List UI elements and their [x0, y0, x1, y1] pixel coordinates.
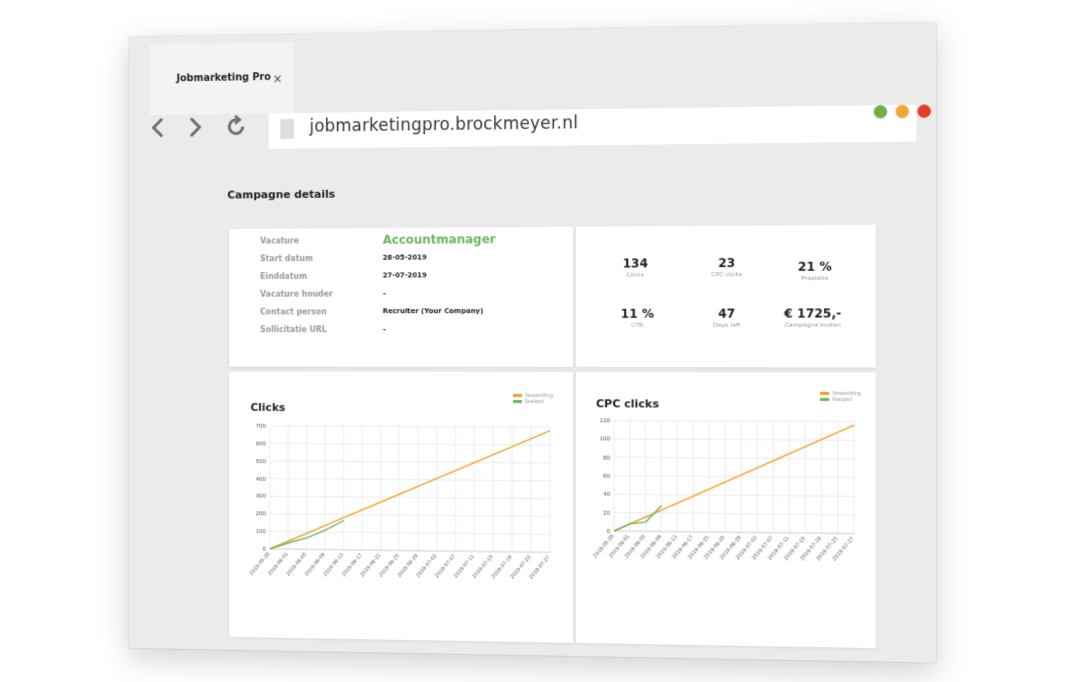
y-tick-label: 400 — [256, 476, 267, 482]
label-vacature: Vacature — [260, 236, 300, 246]
stat-value: 23 — [718, 255, 736, 271]
stat-prestatie: 21 % Prestatie — [769, 259, 862, 283]
vacature-value[interactable]: Accountmanager — [383, 232, 496, 247]
legend-swatch — [513, 400, 523, 404]
legend-swatch — [819, 397, 830, 402]
stat-value: 21 % — [797, 259, 832, 274]
cpc-clicks-chart-card: CPC clicks 0 20 40 60 80 100 120 2019-05-28 2019… — [575, 372, 876, 649]
label-sollicitatie-url: Sollicitatie URL — [260, 325, 327, 335]
legend-label: Realized — [832, 397, 852, 403]
stat-label: Clicks — [626, 271, 645, 279]
label-start-datum: Start datum — [260, 254, 313, 264]
grid-line — [270, 514, 550, 517]
y-tick-label: 60 — [603, 474, 611, 480]
grid-line — [614, 420, 854, 421]
grid-line — [270, 461, 550, 463]
stat-cpc-clicks: 23 CPC clicks — [681, 256, 773, 279]
stat-value: 47 — [718, 306, 736, 321]
page-content: Campagne details Vacature Start datum Ei… — [136, 167, 928, 658]
x-axis — [270, 549, 550, 552]
y-tick-label: 20 — [603, 510, 611, 516]
label-contact-person: Contact person — [260, 307, 327, 317]
browser-window: Jobmarketing Pro × jobmarketingpro.brock… — [128, 22, 937, 663]
yellow-window-dot-icon[interactable] — [895, 104, 910, 119]
browser-tab[interactable]: Jobmarketing Pro × — [149, 42, 294, 116]
stat-value: 11 % — [620, 306, 654, 321]
clicks-chart: 01002003004005006007002019-05-282019-06-… — [249, 393, 553, 581]
label-einddatum: Einddatum — [260, 271, 308, 281]
contact-person-value: Recruiter (Your Company) — [382, 307, 484, 316]
start-datum-value: 28-05-2019 — [382, 253, 427, 262]
y-tick-label: 100 — [256, 529, 267, 535]
grid-line — [614, 494, 854, 496]
legend-label: Verwachting — [525, 393, 553, 399]
stat-clicks: 134 Clicks — [590, 256, 681, 279]
grid-line — [614, 457, 854, 459]
legend-label: Realized — [525, 399, 544, 405]
stat-label: Campagne kosten — [784, 321, 841, 329]
y-tick-label: 80 — [603, 455, 611, 461]
grid-line — [270, 479, 550, 481]
forward-icon[interactable] — [184, 114, 205, 140]
stat-days-left: 47 Days left — [681, 306, 773, 329]
stat-label: Prestatie — [801, 274, 829, 283]
stage: Jobmarketing Pro × jobmarketingpro.brock… — [0, 0, 1070, 682]
url-bar[interactable]: jobmarketingpro.brockmeyer.nl — [268, 104, 917, 149]
grid-line — [270, 443, 550, 445]
stat-label: CTR — [631, 321, 644, 329]
document-icon — [280, 119, 294, 139]
stat-campagne-kosten: € 1725,- Campagne kosten — [766, 306, 859, 329]
stat-value: € 1725,- — [784, 306, 842, 321]
stat-label: CPC clicks — [711, 271, 743, 279]
y-tick-label: 40 — [603, 492, 611, 498]
back-icon[interactable] — [148, 115, 169, 141]
y-tick-label: 300 — [256, 494, 267, 500]
sollicitatie-url-value: – — [382, 325, 387, 334]
cpc-clicks-chart: 0204060801001202019-05-282019-06-012019-… — [592, 391, 861, 563]
legend-swatch — [819, 391, 830, 395]
einddatum-value: 27-07-2019 — [382, 271, 427, 280]
grid-line — [614, 439, 854, 440]
y-tick-label: 500 — [256, 459, 267, 465]
legend-swatch — [513, 394, 523, 398]
series-line-realized — [614, 505, 661, 531]
tab-close-icon[interactable]: × — [273, 72, 283, 86]
stats-card: 134 Clicks 23 CPC clicks 21 % Prestatie … — [575, 224, 876, 368]
label-vacature-houder: Vacature houder — [260, 289, 333, 299]
url-text: jobmarketingpro.brockmeyer.nl — [309, 113, 579, 137]
stat-label: Days left — [713, 321, 741, 329]
y-tick-label: 120 — [600, 418, 611, 424]
y-tick-label: 100 — [600, 437, 611, 443]
stat-ctr: 11 % CTR — [592, 307, 683, 329]
stat-value: 134 — [622, 256, 648, 271]
y-tick-label: 600 — [256, 441, 267, 447]
y-tick-label: 700 — [256, 424, 267, 430]
page-title: Campagne details — [227, 187, 336, 202]
vacature-houder-value: – — [382, 289, 387, 298]
tab-title: Jobmarketing Pro — [176, 72, 271, 85]
reload-icon[interactable] — [224, 114, 245, 140]
grid-line — [270, 496, 550, 499]
details-card: Vacature Start datum Einddatum Vacature … — [229, 226, 573, 368]
x-axis — [614, 531, 854, 534]
y-tick-label: 200 — [256, 512, 267, 518]
clicks-chart-card: Clicks 0 100 200 300 400 500 600 700 2019-05-28 2… — [229, 371, 573, 643]
grid-line — [614, 476, 854, 478]
legend-label: Verwachting — [832, 391, 861, 397]
grid-line — [270, 426, 550, 427]
